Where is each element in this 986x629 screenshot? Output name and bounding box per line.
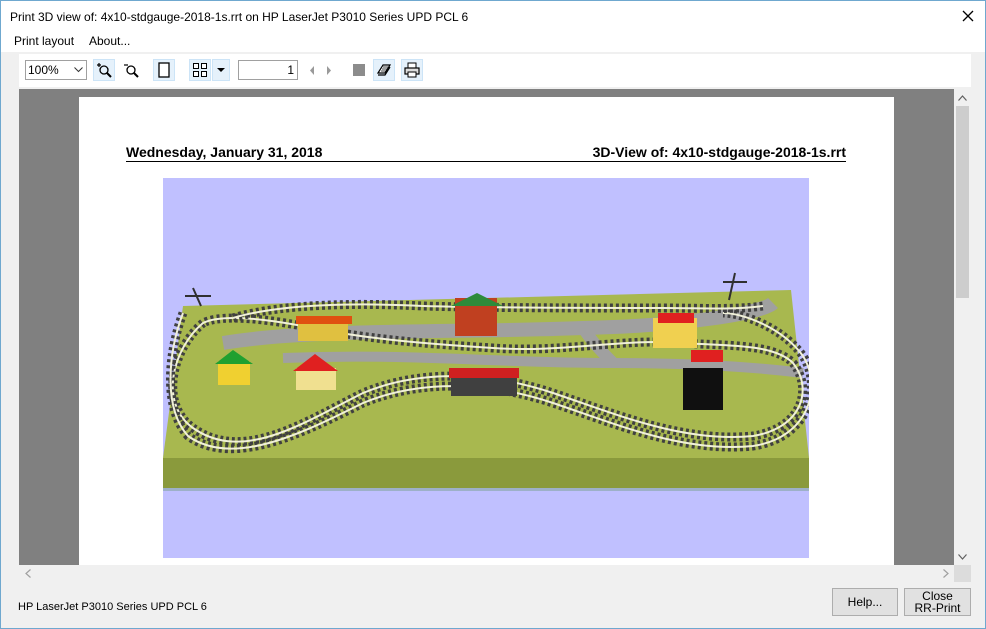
stop-icon <box>353 64 365 76</box>
print-button[interactable] <box>401 59 423 81</box>
zoom-value: 100% <box>28 63 59 77</box>
chevron-down-icon <box>217 67 225 72</box>
horizontal-scrollbar[interactable] <box>19 565 954 582</box>
multi-page-dropdown[interactable] <box>212 59 230 81</box>
zoom-out-icon <box>124 64 139 78</box>
prev-page-button[interactable] <box>305 59 319 81</box>
single-page-icon <box>158 62 170 78</box>
preview-viewport[interactable]: Wednesday, January 31, 2018 3D-View of: … <box>19 89 954 565</box>
scroll-right-icon[interactable] <box>937 565 954 582</box>
vertical-scrollbar[interactable] <box>954 89 971 565</box>
next-page-icon <box>327 65 331 75</box>
scroll-down-icon[interactable] <box>954 548 971 565</box>
multi-page-icon <box>193 63 207 77</box>
page-date: Wednesday, January 31, 2018 <box>126 144 323 160</box>
preview-page: Wednesday, January 31, 2018 3D-View of: … <box>79 97 894 565</box>
layout-3d-image <box>163 178 809 558</box>
multi-page-button[interactable] <box>189 59 211 81</box>
close-button-sublabel: RR-Print <box>914 601 961 615</box>
print-icon <box>404 62 420 78</box>
menu-print-layout[interactable]: Print layout <box>14 34 74 48</box>
page-heading: 3D-View of: 4x10-stdgauge-2018-1s.rrt <box>592 144 846 160</box>
stop-button[interactable] <box>348 59 370 81</box>
close-rr-print-button[interactable]: Close RR-Print <box>904 588 971 616</box>
scroll-up-icon[interactable] <box>954 89 971 106</box>
layout-3d-render <box>163 178 809 558</box>
zoom-out-button[interactable] <box>120 59 142 81</box>
title-bar: Print 3D view of: 4x10-stdgauge-2018-1s.… <box>1 1 985 31</box>
page-number-input[interactable]: 1 <box>238 60 298 80</box>
scroll-left-icon[interactable] <box>19 565 36 582</box>
zoom-select[interactable]: 100% <box>25 60 87 80</box>
window-title: Print 3D view of: 4x10-stdgauge-2018-1s.… <box>10 10 469 24</box>
print-setup-button[interactable] <box>373 59 395 81</box>
zoom-in-button[interactable] <box>93 59 115 81</box>
scrollbar-corner <box>954 565 971 582</box>
single-page-button[interactable] <box>153 59 175 81</box>
print-preview-window: Print 3D view of: 4x10-stdgauge-2018-1s.… <box>0 0 986 629</box>
prev-page-icon <box>310 65 314 75</box>
close-icon <box>962 10 974 22</box>
chevron-down-icon <box>71 62 85 78</box>
toolbar: 100% 1 <box>19 54 971 87</box>
header-rule <box>126 161 846 162</box>
zoom-in-icon <box>97 63 112 78</box>
close-window-button[interactable] <box>951 1 985 31</box>
printer-name: HP LaserJet P3010 Series UPD PCL 6 <box>18 601 207 613</box>
status-bar: HP LaserJet P3010 Series UPD PCL 6 Help.… <box>1 588 985 628</box>
vertical-scroll-thumb[interactable] <box>956 106 969 298</box>
menu-bar: Print layout About... <box>1 31 985 52</box>
menu-about[interactable]: About... <box>89 34 130 48</box>
next-page-button[interactable] <box>322 59 336 81</box>
help-button[interactable]: Help... <box>832 588 898 616</box>
print-setup-icon <box>376 64 392 76</box>
